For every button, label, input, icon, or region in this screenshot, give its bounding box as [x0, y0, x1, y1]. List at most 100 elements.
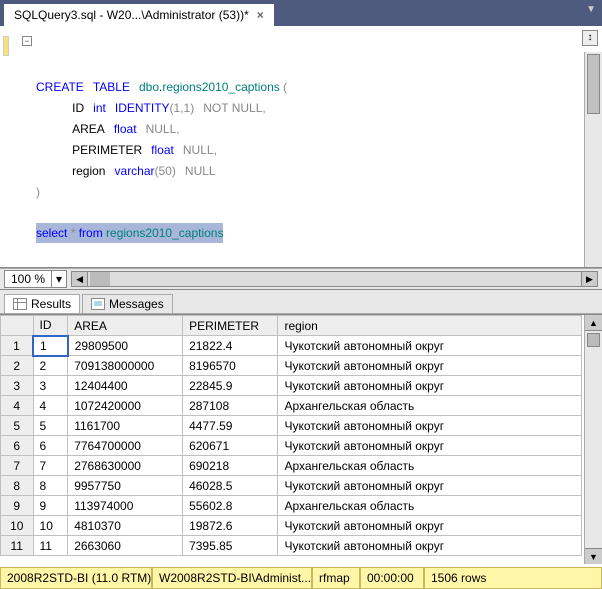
cell-area[interactable]: 4810370: [68, 516, 183, 536]
cell-id[interactable]: 7: [33, 456, 68, 476]
zoom-bar: 100 % ▾ ◀ ▶: [0, 268, 602, 290]
cell-area[interactable]: 2663060: [68, 536, 183, 556]
row-header[interactable]: 1: [1, 336, 34, 356]
cell-area[interactable]: 1072420000: [68, 396, 183, 416]
cell-perimeter[interactable]: 7395.85: [183, 536, 278, 556]
col-header-id[interactable]: ID: [33, 316, 68, 336]
cell-perimeter[interactable]: 55602.8: [183, 496, 278, 516]
zoom-combo[interactable]: 100 % ▾: [4, 270, 67, 288]
document-tab-bar: SQLQuery3.sql - W20...\Administrator (53…: [0, 0, 602, 26]
cell-area[interactable]: 709138000000: [68, 356, 183, 376]
row-header[interactable]: 9: [1, 496, 34, 516]
cell-region[interactable]: Чукотский автономный округ: [278, 536, 582, 556]
cell-region[interactable]: Чукотский автономный округ: [278, 416, 582, 436]
cell-area[interactable]: 12404400: [68, 376, 183, 396]
scrollbar-thumb[interactable]: [587, 54, 600, 114]
row-header[interactable]: 5: [1, 416, 34, 436]
collapse-icon[interactable]: −: [22, 36, 32, 46]
cell-perimeter[interactable]: 690218: [183, 456, 278, 476]
table-row[interactable]: 88995775046028.5Чукотский автономный окр…: [1, 476, 582, 496]
cell-id[interactable]: 8: [33, 476, 68, 496]
cell-region[interactable]: Чукотский автономный округ: [278, 336, 582, 356]
code-content: CREATE TABLE dbo.regions2010_captions ( …: [36, 56, 580, 243]
hscroll-thumb[interactable]: [90, 272, 110, 286]
col-header-region[interactable]: region: [278, 316, 582, 336]
scroll-up-icon[interactable]: ▲: [585, 315, 602, 331]
cell-region[interactable]: Архангельская область: [278, 456, 582, 476]
cell-region[interactable]: Чукотский автономный округ: [278, 476, 582, 496]
table-row[interactable]: 5511617004477.59Чукотский автономный окр…: [1, 416, 582, 436]
cell-id[interactable]: 2: [33, 356, 68, 376]
cell-area[interactable]: 113974000: [68, 496, 183, 516]
cell-perimeter[interactable]: 46028.5: [183, 476, 278, 496]
cell-region[interactable]: Чукотский автономный округ: [278, 436, 582, 456]
table-row[interactable]: 441072420000287108Архангельская область: [1, 396, 582, 416]
cell-id[interactable]: 3: [33, 376, 68, 396]
row-header[interactable]: 7: [1, 456, 34, 476]
cell-area[interactable]: 2768630000: [68, 456, 183, 476]
cell-region[interactable]: Архангельская область: [278, 396, 582, 416]
cell-id[interactable]: 9: [33, 496, 68, 516]
editor-scrollbar[interactable]: [584, 52, 602, 267]
cell-region[interactable]: Чукотский автономный округ: [278, 376, 582, 396]
cell-id[interactable]: 10: [33, 516, 68, 536]
row-header[interactable]: 11: [1, 536, 34, 556]
status-server: 2008R2STD-BI (11.0 RTM): [0, 567, 152, 589]
chevron-down-icon[interactable]: ▾: [51, 271, 66, 287]
grid-scroll-thumb[interactable]: [587, 333, 600, 347]
tab-messages[interactable]: Messages: [82, 294, 173, 313]
table-row[interactable]: 9911397400055602.8Архангельская область: [1, 496, 582, 516]
code-gutter: −: [0, 28, 30, 248]
table-row[interactable]: 1010481037019872.6Чукотский автономный о…: [1, 516, 582, 536]
cell-perimeter[interactable]: 19872.6: [183, 516, 278, 536]
row-header[interactable]: 4: [1, 396, 34, 416]
cell-id[interactable]: 6: [33, 436, 68, 456]
row-header[interactable]: 2: [1, 356, 34, 376]
cell-perimeter[interactable]: 4477.59: [183, 416, 278, 436]
scroll-down-icon[interactable]: ▼: [585, 548, 602, 564]
close-icon[interactable]: ×: [257, 8, 264, 22]
scroll-left-icon[interactable]: ◀: [72, 272, 88, 286]
editor-hscrollbar[interactable]: ◀ ▶: [71, 271, 598, 287]
tab-title: SQLQuery3.sql - W20...\Administrator (53…: [14, 8, 249, 22]
cell-area[interactable]: 7764700000: [68, 436, 183, 456]
tab-menu-caret-icon[interactable]: ▼: [586, 4, 596, 15]
col-header-perimeter[interactable]: PERIMETER: [183, 316, 278, 336]
cell-area[interactable]: 9957750: [68, 476, 183, 496]
table-row[interactable]: 331240440022845.9Чукотский автономный ок…: [1, 376, 582, 396]
col-header-area[interactable]: AREA: [68, 316, 183, 336]
cell-perimeter[interactable]: 21822.4: [183, 336, 278, 356]
table-row[interactable]: 227091380000008196570Чукотский автономны…: [1, 356, 582, 376]
cell-region[interactable]: Архангельская область: [278, 496, 582, 516]
row-header[interactable]: 10: [1, 516, 34, 536]
cell-perimeter[interactable]: 8196570: [183, 356, 278, 376]
table-row[interactable]: 667764700000620671Чукотский автономный о…: [1, 436, 582, 456]
row-header[interactable]: 6: [1, 436, 34, 456]
cell-region[interactable]: Чукотский автономный округ: [278, 356, 582, 376]
grid-icon: [13, 298, 27, 310]
split-handle-icon[interactable]: ↕: [582, 30, 598, 46]
row-header[interactable]: 3: [1, 376, 34, 396]
cell-id[interactable]: 1: [33, 336, 68, 356]
cell-area[interactable]: 1161700: [68, 416, 183, 436]
cell-perimeter[interactable]: 620671: [183, 436, 278, 456]
status-time: 00:00:00: [360, 567, 424, 589]
table-row[interactable]: 111126630607395.85Чукотский автономный о…: [1, 536, 582, 556]
cell-id[interactable]: 11: [33, 536, 68, 556]
table-row[interactable]: 772768630000690218Архангельская область: [1, 456, 582, 476]
row-header[interactable]: 8: [1, 476, 34, 496]
cell-perimeter[interactable]: 22845.9: [183, 376, 278, 396]
cell-region[interactable]: Чукотский автономный округ: [278, 516, 582, 536]
document-tab[interactable]: SQLQuery3.sql - W20...\Administrator (53…: [4, 4, 274, 26]
grid-scrollbar[interactable]: ▲ ▼: [584, 315, 602, 564]
table-row[interactable]: 112980950021822.4Чукотский автономный ок…: [1, 336, 582, 356]
results-grid[interactable]: ID AREA PERIMETER region 112980950021822…: [0, 315, 582, 556]
cell-perimeter[interactable]: 287108: [183, 396, 278, 416]
cell-area[interactable]: 29809500: [68, 336, 183, 356]
cell-id[interactable]: 4: [33, 396, 68, 416]
corner-cell[interactable]: [1, 316, 34, 336]
sql-editor[interactable]: ↕ − CREATE TABLE dbo.regions2010_caption…: [0, 26, 602, 268]
cell-id[interactable]: 5: [33, 416, 68, 436]
scroll-right-icon[interactable]: ▶: [581, 272, 597, 286]
tab-results[interactable]: Results: [4, 294, 80, 313]
